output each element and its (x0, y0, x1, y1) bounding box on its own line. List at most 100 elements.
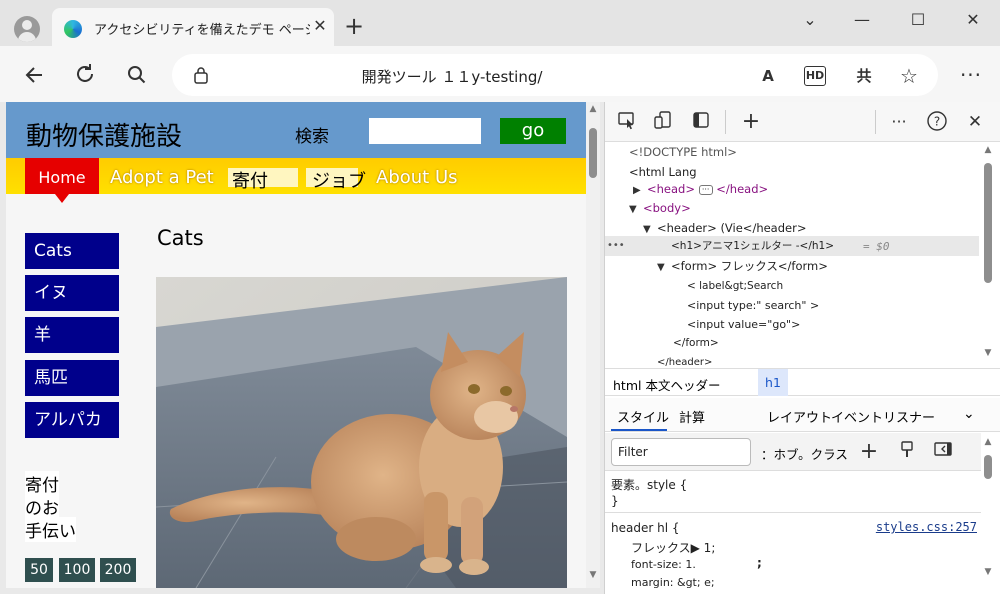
scroll-up-icon[interactable]: ▲ (981, 145, 995, 155)
styles-filter-bar: Filter ：ホブ。クラス + (605, 433, 981, 471)
breadcrumb-selected[interactable]: h1 (758, 369, 788, 396)
dom-form[interactable]: ▼ <form> フレックス</form> (657, 257, 828, 276)
dom-header-text: <header> (Vie</header> (657, 221, 807, 235)
profile-avatar[interactable] (14, 16, 40, 42)
dom-head-open: <head> (647, 182, 695, 196)
sidebar-item-cats[interactable]: Cats (25, 233, 119, 269)
tab-list-chevron-icon[interactable]: ⌄ (790, 6, 830, 34)
dom-row-menu-icon[interactable]: ••• (607, 239, 625, 253)
device-emulation-icon[interactable] (651, 110, 675, 134)
styles-scrollbar[interactable]: ▲ ▼ (981, 433, 995, 594)
rule-prop-flex[interactable]: フレックス▶ 1; (631, 539, 715, 556)
collapse-triangle-icon[interactable]: ▼ (657, 258, 671, 277)
nav-adopt[interactable]: Adopt a Pet (110, 167, 214, 188)
filter-input[interactable]: Filter (611, 438, 751, 466)
tab-event-listeners[interactable]: イベントリスナー (831, 407, 935, 426)
dom-head[interactable]: ▶ <head> ··· </head> (633, 180, 768, 199)
hov-cls-toggle[interactable]: ：ホブ。クラス (761, 444, 848, 463)
styles-scrollbar-thumb[interactable] (984, 455, 992, 479)
favorites-star-icon[interactable]: ☆ (897, 64, 921, 88)
toggle-sidebar-icon[interactable] (931, 440, 955, 464)
maximize-button[interactable]: ☐ (898, 6, 938, 34)
scroll-down-icon[interactable]: ▼ (586, 570, 600, 580)
collapse-triangle-icon[interactable]: ▼ (643, 220, 657, 239)
breadcrumb-path[interactable]: html 本文ヘッダー (613, 375, 720, 394)
dom-header[interactable]: ▼ <header> (Vie</header> (643, 219, 806, 238)
refresh-icon[interactable] (70, 60, 100, 90)
new-style-rule-icon[interactable]: + (857, 440, 881, 464)
go-button[interactable]: go (500, 118, 566, 144)
nav-home[interactable]: Home (25, 158, 99, 203)
dom-input-search[interactable]: <input type:" search" > (687, 296, 819, 315)
dom-body[interactable]: ▼ <body> (629, 199, 691, 218)
toolbar-divider (725, 110, 726, 134)
search-input[interactable] (369, 118, 481, 144)
scroll-up-icon[interactable]: ▲ (586, 104, 600, 114)
address-bar[interactable]: 開発ツール １１y-testing/ A HD 共 ☆ (172, 54, 938, 96)
add-panel-icon[interactable]: + (739, 110, 763, 134)
tab-layout[interactable]: レイアウト (767, 407, 832, 426)
new-tab-button[interactable]: + (340, 12, 368, 40)
dom-tree: ••• <!DOCTYPE html> <html Lang ▶ <head> ·… (605, 143, 981, 368)
dom-h1[interactable]: <h1>アニマ1シェルター -</h1> (671, 237, 834, 256)
tab-styles[interactable]: スタイル (617, 407, 669, 426)
back-icon[interactable] (20, 60, 50, 90)
tab-computed[interactable]: 計算 (679, 407, 705, 426)
dom-label[interactable]: < label&gt;Search (687, 277, 783, 296)
tab-close-icon[interactable]: ✕ (310, 16, 330, 36)
settings-menu-icon[interactable]: ··· (956, 60, 986, 90)
page-scrollbar[interactable]: ▲ ▼ (586, 102, 600, 588)
help-icon[interactable]: ? (925, 110, 949, 134)
more-tabs-chevron-icon[interactable]: ⌄ (963, 406, 975, 422)
inspect-element-icon[interactable] (615, 110, 639, 134)
cat-photo (156, 277, 567, 588)
scroll-up-icon[interactable]: ▲ (981, 437, 995, 447)
donate-50-button[interactable]: 50 (25, 558, 53, 582)
ellipsis-badge-icon[interactable]: ··· (698, 184, 713, 195)
rule-prop-margin[interactable]: margin: &gt; e; (631, 576, 715, 589)
donate-200-button[interactable]: 200 (100, 558, 136, 582)
collapse-triangle-icon[interactable]: ▼ (629, 200, 643, 219)
rule-selector[interactable]: header hl { (611, 521, 679, 535)
donate-heading-line1: 寄付 (25, 471, 59, 496)
rule-prop-semicolon: ; (757, 556, 762, 570)
dom-input-go[interactable]: <input value="go"> (687, 315, 800, 334)
dom-doctype[interactable]: <!DOCTYPE html> (629, 143, 737, 162)
close-window-button[interactable]: ✕ (953, 6, 993, 34)
tab-title: アクセシビリティを備えたデモ ページは、 (94, 23, 310, 38)
read-aloud-icon[interactable]: A (756, 64, 780, 88)
sidebar-item-dogs[interactable]: イヌ (25, 275, 119, 311)
hd-icon[interactable]: HD (804, 66, 826, 86)
dom-scrollbar-thumb[interactable] (984, 163, 992, 283)
url-text[interactable]: 開発ツール １１y-testing/ (172, 66, 732, 87)
rule-prop-font-size[interactable]: font-size: 1. (631, 558, 696, 571)
donate-100-button[interactable]: 100 (59, 558, 95, 582)
search-icon[interactable] (122, 60, 152, 90)
nav-jobs[interactable]: ジョブ (312, 167, 366, 193)
dom-form-text: <form> フレックス</form> (671, 259, 828, 273)
dock-side-icon[interactable] (689, 110, 713, 134)
active-tab[interactable]: アクセシビリティを備えたデモ ページは、 ✕ (52, 8, 334, 48)
close-devtools-icon[interactable]: ✕ (963, 110, 987, 134)
rule-divider (605, 512, 981, 513)
dom-form-close[interactable]: </form> (673, 334, 719, 353)
rule-source-link[interactable]: styles.css:257 (876, 520, 977, 534)
sidebar-item-alpacas[interactable]: アルパカ (25, 402, 119, 438)
paint-brush-icon[interactable] (895, 440, 919, 464)
dom-scrollbar[interactable]: ▲ ▼ (981, 143, 995, 368)
page-scrollbar-thumb[interactable] (589, 128, 597, 178)
sidebar-item-horses[interactable]: 馬匹 (25, 360, 119, 396)
toolbar-divider (875, 110, 876, 134)
donate-heading-line3: 手伝い (25, 517, 76, 542)
scroll-down-icon[interactable]: ▼ (981, 567, 995, 577)
expand-triangle-icon[interactable]: ▶ (633, 181, 647, 200)
scroll-down-icon[interactable]: ▼ (981, 348, 995, 358)
nav-donate[interactable]: 寄付 (232, 167, 268, 193)
share-icon[interactable]: 共 (852, 64, 876, 88)
nav-about[interactable]: About Us (376, 167, 458, 188)
element-style-rule[interactable]: 要素。style { (611, 476, 687, 493)
dom-eq0: = $0 (863, 240, 890, 253)
sidebar-item-sheep[interactable]: 羊 (25, 317, 119, 353)
devtools-more-icon[interactable]: ··· (887, 110, 911, 134)
minimize-button[interactable]: — (842, 6, 882, 34)
